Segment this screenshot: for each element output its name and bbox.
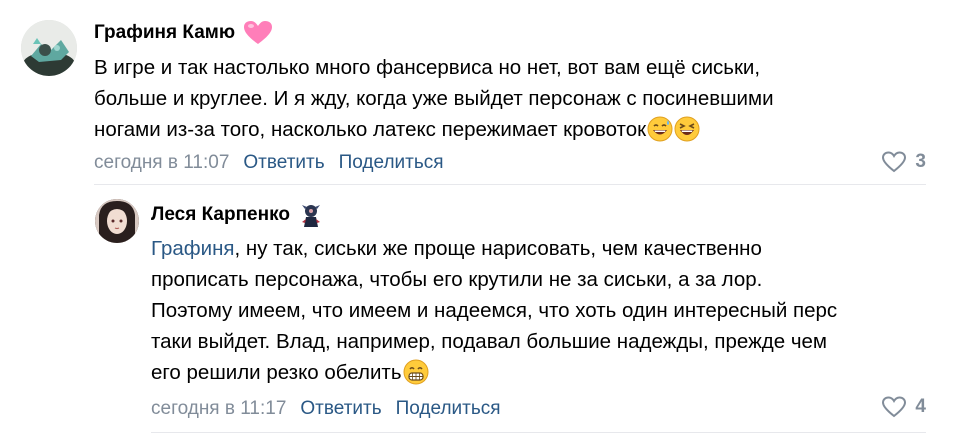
character-figure-icon: [298, 202, 324, 228]
text-line: его решили резко обелить: [151, 357, 837, 388]
like-button[interactable]: 4: [881, 396, 926, 418]
like-button[interactable]: 3: [881, 151, 926, 173]
heart-outline-icon: [881, 151, 907, 173]
comment-actions: сегодня в 11:17 Ответить Поделиться: [151, 398, 501, 420]
text-line-content: ногами из-за того, насколько латекс пере…: [94, 118, 647, 141]
text-line: В игре и так настолько много фансервиса …: [94, 56, 761, 79]
share-button[interactable]: Поделиться: [396, 398, 501, 420]
share-button[interactable]: Поделиться: [339, 152, 444, 174]
comment-time[interactable]: сегодня в 11:07: [94, 152, 229, 174]
avatar-image: [21, 20, 77, 76]
avatar-grafinya[interactable]: [21, 20, 77, 76]
author-name[interactable]: Графиня Камю: [94, 22, 235, 44]
grinning-sweat-emoji: [647, 116, 673, 142]
author-name[interactable]: Леся Карпенко: [151, 204, 290, 226]
avatar-lesya[interactable]: [95, 199, 139, 243]
comment-text: В игре и так настолько много фансервиса …: [94, 52, 774, 145]
grimacing-emoji: [403, 359, 429, 385]
comment-time[interactable]: сегодня в 11:17: [151, 398, 286, 420]
divider: [94, 184, 926, 185]
text-line: больше и круглее. И я жду, когда уже вый…: [94, 87, 774, 110]
reply-button[interactable]: Ответить: [300, 398, 381, 420]
text-line-content: , ну так, сиськи же проще нарисовать, че…: [234, 237, 762, 260]
like-count: 4: [915, 396, 926, 417]
text-line: ногами из-за того, насколько латекс пере…: [94, 114, 774, 145]
text-line-content: его решили резко обелить: [151, 361, 402, 384]
comment-actions: сегодня в 11:07 Ответить Поделиться: [94, 152, 444, 174]
divider: [151, 432, 926, 433]
avatar-image: [95, 199, 139, 243]
text-line: прописать персонажа, чтобы его крутили н…: [151, 268, 763, 291]
mention-link[interactable]: Графиня: [151, 237, 235, 260]
text-line: таки выйдет. Влад, например, подавал бол…: [151, 330, 828, 353]
pink-heart-icon: [243, 20, 273, 46]
laughing-squint-emoji: [674, 116, 700, 142]
heart-outline-icon: [881, 396, 907, 418]
like-count: 3: [915, 151, 926, 172]
text-line: Графиня, ну так, сиськи же проще нарисов…: [151, 233, 837, 264]
comment-text: Графиня, ну так, сиськи же проще нарисов…: [151, 233, 837, 388]
reply-button[interactable]: Ответить: [243, 152, 324, 174]
text-line: Поэтому имеем, что имеем и надеемся, что…: [151, 299, 838, 322]
